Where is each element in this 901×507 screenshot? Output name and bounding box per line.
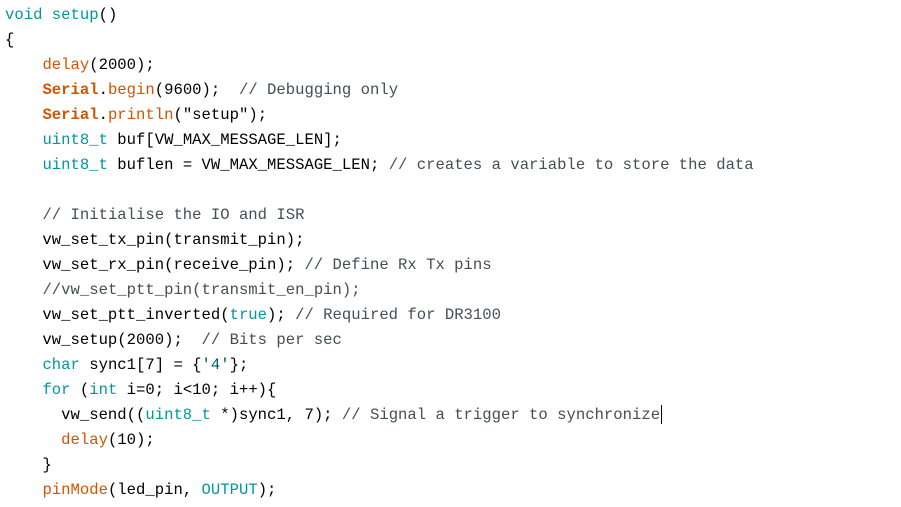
code-token: (9600); <box>154 81 239 99</box>
code-token: }; <box>229 356 249 374</box>
code-line[interactable]: //vw_set_ptt_pin(transmit_en_pin); <box>0 278 901 303</box>
code-line[interactable]: Serial.println("setup"); <box>0 103 901 128</box>
code-line[interactable]: delay(2000); <box>0 53 901 78</box>
code-line[interactable]: void setup() <box>0 3 901 28</box>
comment-token: // Bits per sec <box>201 331 342 349</box>
code-editor[interactable]: void setup(){ delay(2000); Serial.begin(… <box>0 0 901 507</box>
keyword-token: true <box>229 306 268 324</box>
code-token: ( <box>70 381 90 399</box>
keyword-token: for <box>42 381 71 399</box>
code-line[interactable]: uint8_t buflen = VW_MAX_MESSAGE_LEN; // … <box>0 153 901 178</box>
code-line[interactable]: uint8_t buf[VW_MAX_MESSAGE_LEN]; <box>0 128 901 153</box>
code-line[interactable] <box>0 178 901 203</box>
code-token: *)sync1, 7); <box>210 406 342 424</box>
code-line[interactable]: vw_send((uint8_t *)sync1, 7); // Signal … <box>0 403 901 428</box>
code-line[interactable]: pinMode(led_pin, OUTPUT); <box>0 478 901 503</box>
code-line[interactable]: vw_set_rx_pin(receive_pin); // Define Rx… <box>0 253 901 278</box>
comment-token: // creates a variable to store the data <box>388 156 754 174</box>
code-line[interactable]: } <box>0 453 901 478</box>
code-token: vw_send(( <box>5 406 146 424</box>
keyword-token: uint8_t <box>42 156 108 174</box>
code-token: } <box>5 456 52 474</box>
function-token: begin <box>107 81 155 99</box>
function-token: delay <box>42 56 90 74</box>
code-token: () <box>98 6 118 24</box>
function-token: println <box>107 106 174 124</box>
comment-token: // Initialise the IO and ISR <box>42 206 305 224</box>
code-line[interactable]: Serial.begin(9600); // Debugging only <box>0 78 901 103</box>
text-caret <box>661 405 663 425</box>
code-token: { <box>5 31 15 49</box>
code-token: buf[VW_MAX_MESSAGE_LEN]; <box>107 131 342 149</box>
code-token: i=0; i<10; i++){ <box>117 381 277 399</box>
code-token: . <box>98 81 108 99</box>
code-token: ); <box>257 481 277 499</box>
class-token: Serial <box>42 106 99 124</box>
keyword-token: int <box>89 381 118 399</box>
code-line[interactable]: vw_set_ptt_inverted(true); // Required f… <box>0 303 901 328</box>
keyword-token: OUTPUT <box>201 481 258 499</box>
code-token: vw_setup(2000); <box>5 331 202 349</box>
class-token: Serial <box>42 81 99 99</box>
code-line[interactable]: char sync1[7] = {'4'}; <box>0 353 901 378</box>
code-line[interactable]: delay(10); <box>0 428 901 453</box>
code-token: vw_set_rx_pin(receive_pin); <box>5 256 305 274</box>
string-token: '4' <box>201 356 230 374</box>
code-token: vw_set_tx_pin(transmit_pin); <box>5 231 305 249</box>
code-token: vw_set_ptt_inverted( <box>5 306 230 324</box>
code-token: sync1[7] = { <box>79 356 202 374</box>
code-token: buflen = VW_MAX_MESSAGE_LEN; <box>107 156 389 174</box>
keyword-token: char <box>42 356 80 374</box>
keyword-token: uint8_t <box>42 131 108 149</box>
comment-token: // Required for DR3100 <box>295 306 501 324</box>
code-line[interactable]: // Initialise the IO and ISR <box>0 203 901 228</box>
code-line[interactable]: vw_setup(2000); // Bits per sec <box>0 328 901 353</box>
keyword-token: uint8_t <box>145 406 211 424</box>
function-token: delay <box>61 431 108 449</box>
code-token: (2000); <box>89 56 155 74</box>
comment-token: // Debugging only <box>238 81 399 99</box>
code-token: (led_pin, <box>107 481 202 499</box>
code-line[interactable]: { <box>0 28 901 53</box>
comment-token: // Define Rx Tx pins <box>304 256 492 274</box>
code-token: (10); <box>107 431 155 449</box>
keyword-token: void <box>5 6 43 24</box>
code-line[interactable]: vw_set_tx_pin(transmit_pin); <box>0 228 901 253</box>
keyword-token: setup <box>51 6 99 24</box>
code-token: ("setup"); <box>173 106 268 124</box>
code-token: . <box>98 106 108 124</box>
code-line[interactable]: for (int i=0; i<10; i++){ <box>0 378 901 403</box>
function-token: pinMode <box>42 481 108 499</box>
comment-token: //vw_set_ptt_pin(transmit_en_pin); <box>42 281 361 299</box>
comment-token: // Signal a trigger to synchronize <box>341 406 661 424</box>
code-token: ); <box>267 306 296 324</box>
